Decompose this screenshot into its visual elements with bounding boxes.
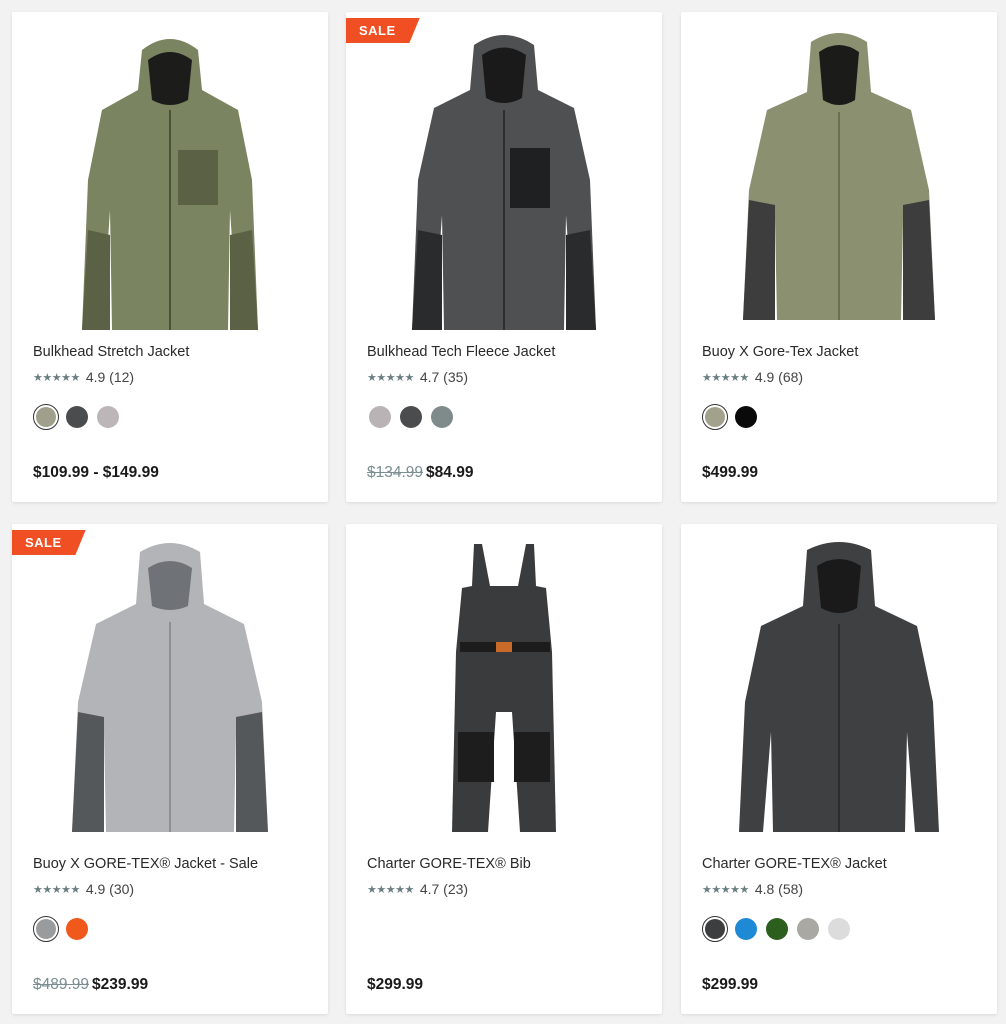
- product-card-bulkhead-tech-fleece-jacket[interactable]: SALE Bulkhead Tech Fleece Jacket ★★★★★ 4…: [346, 12, 662, 502]
- jacket-image: [72, 543, 268, 832]
- star-rating-icon: ★★★★★: [33, 883, 80, 896]
- swatch-dot: [36, 407, 56, 427]
- star-rating-icon: ★★★★★: [367, 371, 414, 384]
- review-count: (23): [443, 881, 469, 897]
- star-rating-icon: ★★★★★: [702, 883, 749, 896]
- color-swatches: [33, 404, 126, 430]
- color-swatches: [33, 916, 95, 942]
- jacket-image: [743, 33, 935, 320]
- review-count: (30): [109, 881, 135, 897]
- color-swatch[interactable]: [826, 916, 852, 942]
- bib-image: [452, 544, 556, 832]
- swatch-dot: [400, 406, 422, 428]
- product-image[interactable]: [386, 30, 622, 330]
- product-name[interactable]: Buoy X Gore-Tex Jacket: [702, 344, 858, 360]
- color-swatch[interactable]: [367, 404, 393, 430]
- swatch-dot: [369, 406, 391, 428]
- product-name[interactable]: Buoy X GORE-TEX® Jacket - Sale: [33, 856, 258, 872]
- swatch-dot: [766, 918, 788, 940]
- product-name[interactable]: Bulkhead Stretch Jacket: [33, 344, 189, 360]
- product-rating: ★★★★★ 4.8 (58): [702, 881, 803, 897]
- product-price: $134.99 $84.99: [367, 464, 473, 482]
- current-price: $499.99: [702, 464, 759, 481]
- product-rating: ★★★★★ 4.7 (23): [367, 881, 468, 897]
- color-swatch[interactable]: [764, 916, 790, 942]
- swatch-dot: [735, 406, 757, 428]
- color-swatch[interactable]: [795, 916, 821, 942]
- color-swatch[interactable]: [33, 404, 59, 430]
- color-swatch[interactable]: [733, 404, 759, 430]
- star-rating-icon: ★★★★★: [702, 371, 749, 384]
- product-rating: ★★★★★ 4.9 (30): [33, 881, 134, 897]
- swatch-dot: [66, 918, 88, 940]
- swatch-dot: [828, 918, 850, 940]
- rating-value: 4.9: [85, 369, 106, 385]
- jacket-image: [82, 39, 258, 330]
- swatch-dot: [705, 919, 725, 939]
- swatch-dot: [735, 918, 757, 940]
- color-swatch[interactable]: [64, 404, 90, 430]
- swatch-dot: [431, 406, 453, 428]
- current-price: $239.99: [92, 976, 149, 993]
- product-price: $299.99: [367, 976, 423, 994]
- rating-value: 4.9: [85, 881, 106, 897]
- color-swatches: [702, 404, 764, 430]
- review-count: (68): [778, 369, 804, 385]
- rating-value: 4.9: [754, 369, 775, 385]
- product-image[interactable]: [52, 30, 288, 330]
- color-swatch[interactable]: [95, 404, 121, 430]
- current-price: $109.99 - $149.99: [33, 464, 159, 481]
- product-name[interactable]: Bulkhead Tech Fleece Jacket: [367, 344, 555, 360]
- rating-value: 4.7: [419, 369, 440, 385]
- product-price: $299.99: [702, 976, 758, 994]
- original-price: $134.99: [367, 464, 424, 481]
- swatch-dot: [705, 407, 725, 427]
- swatch-dot: [36, 919, 56, 939]
- jacket-image: [739, 542, 939, 832]
- color-swatch[interactable]: [33, 916, 59, 942]
- swatch-dot: [66, 406, 88, 428]
- product-rating: ★★★★★ 4.7 (35): [367, 369, 468, 385]
- product-price: $499.99: [702, 464, 758, 482]
- product-image[interactable]: [721, 542, 957, 842]
- color-swatches: [367, 404, 460, 430]
- product-card-charter-gore-tex-jacket[interactable]: Charter GORE-TEX® Jacket ★★★★★ 4.8 (58) …: [681, 524, 997, 1014]
- color-swatch[interactable]: [702, 404, 728, 430]
- color-swatch[interactable]: [64, 916, 90, 942]
- color-swatch[interactable]: [398, 404, 424, 430]
- product-image[interactable]: [386, 542, 622, 842]
- swatch-dot: [797, 918, 819, 940]
- review-count: (35): [443, 369, 469, 385]
- color-swatch[interactable]: [702, 916, 728, 942]
- product-card-charter-gore-tex-bib[interactable]: Charter GORE-TEX® Bib ★★★★★ 4.7 (23) $29…: [346, 524, 662, 1014]
- current-price: $84.99: [426, 464, 474, 481]
- product-rating: ★★★★★ 4.9 (68): [702, 369, 803, 385]
- rating-value: 4.8: [754, 881, 775, 897]
- product-name[interactable]: Charter GORE-TEX® Bib: [367, 856, 531, 872]
- product-rating: ★★★★★ 4.9 (12): [33, 369, 134, 385]
- color-swatches: [702, 916, 857, 942]
- product-price: $489.99 $239.99: [33, 976, 148, 994]
- product-card-bulkhead-stretch-jacket[interactable]: Bulkhead Stretch Jacket ★★★★★ 4.9 (12) $…: [12, 12, 328, 502]
- product-card-buoy-x-gore-tex-jacket[interactable]: Buoy X Gore-Tex Jacket ★★★★★ 4.9 (68) $4…: [681, 12, 997, 502]
- review-count: (58): [778, 881, 804, 897]
- review-count: (12): [109, 369, 135, 385]
- product-image[interactable]: [721, 30, 957, 330]
- original-price: $489.99: [33, 976, 90, 993]
- color-swatch[interactable]: [429, 404, 455, 430]
- current-price: $299.99: [702, 976, 759, 993]
- star-rating-icon: ★★★★★: [33, 371, 80, 384]
- product-price: $109.99 - $149.99: [33, 464, 159, 482]
- color-swatch[interactable]: [733, 916, 759, 942]
- product-image[interactable]: [52, 542, 288, 842]
- star-rating-icon: ★★★★★: [367, 883, 414, 896]
- product-card-buoy-x-gore-tex-jacket-sale[interactable]: SALE Buoy X GORE-TEX® Jacket - Sale ★★★★…: [12, 524, 328, 1014]
- rating-value: 4.7: [419, 881, 440, 897]
- current-price: $299.99: [367, 976, 424, 993]
- product-name[interactable]: Charter GORE-TEX® Jacket: [702, 856, 887, 872]
- swatch-dot: [97, 406, 119, 428]
- jacket-image: [412, 35, 596, 330]
